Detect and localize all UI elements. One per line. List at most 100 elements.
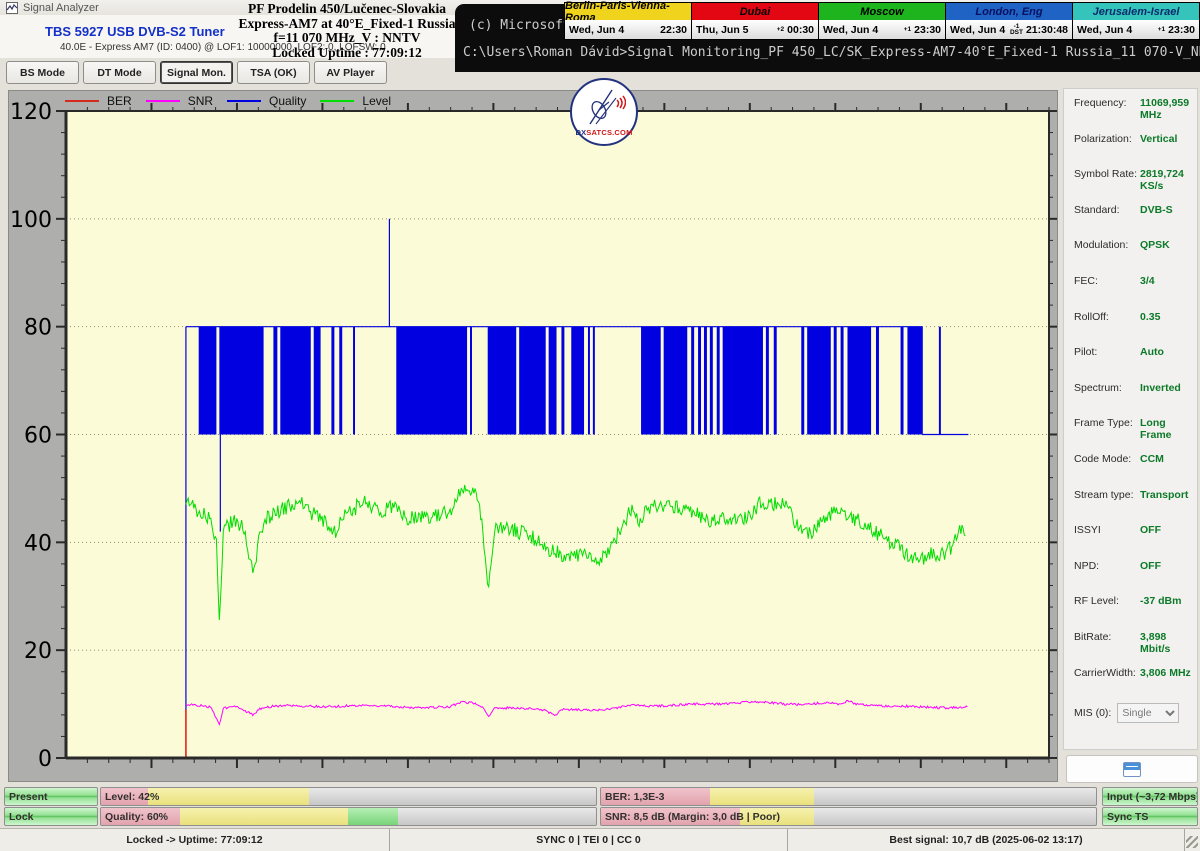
bar-segment-yellow: [148, 788, 309, 805]
legend-swatch-level: [320, 100, 354, 102]
param-row-code-mode: Code Mode:CCM: [1074, 453, 1192, 467]
param-value: Auto: [1140, 346, 1164, 360]
param-label: Standard:: [1074, 204, 1140, 218]
tab-tsa-ok-[interactable]: TSA (OK): [237, 61, 310, 84]
input-label: Input (~3,72 Mbps): [1107, 791, 1198, 803]
clock-berlin-paris-vienna-roma[interactable]: Berlin-Paris-Vienna-RomaWed, Jun 422:30: [564, 2, 692, 40]
bar-fill: [101, 788, 596, 805]
legend-item-ber: BER: [65, 94, 132, 108]
param-value: Long Frame: [1140, 417, 1192, 431]
present-indicator: Present: [4, 787, 98, 806]
legend-item-level: Level: [320, 94, 391, 108]
param-label: FEC:: [1074, 275, 1140, 289]
param-value: CCM: [1140, 453, 1164, 467]
signal-history-chart: 020406080100120: [9, 91, 1057, 781]
bar-segment-yellow: [710, 788, 814, 805]
clock-utc-offset: +1: [904, 27, 911, 33]
param-row-standard: Standard:DVB-S: [1074, 204, 1192, 218]
param-value: Vertical: [1140, 133, 1177, 147]
param-label: Frequency:: [1074, 97, 1140, 111]
world-clocks: Berlin-Paris-Vienna-RomaWed, Jun 422:30D…: [565, 2, 1199, 40]
legend-label: SNR: [188, 94, 213, 108]
param-row-frame-type: Frame Type:Long Frame: [1074, 417, 1192, 431]
clock-utc-offset: -1DST: [1010, 24, 1023, 36]
param-label: Frame Type:: [1074, 417, 1140, 431]
param-row-stream-type: Stream type:Transport: [1074, 489, 1192, 503]
log-export-button[interactable]: [1066, 755, 1198, 783]
clock-utc-offset: +2: [777, 27, 784, 33]
param-row-npd: NPD:OFF: [1074, 560, 1192, 574]
app-icon: [6, 2, 18, 14]
clock-date: Wed, Jun 4: [823, 24, 904, 36]
bar-fill: [101, 808, 596, 825]
tuner-name: TBS 5927 USB DVB-S2 Tuner: [45, 24, 225, 39]
log-file-icon: [1123, 762, 1141, 777]
clock-time: 22:30: [660, 24, 687, 36]
param-value: 3,898 Mbit/s: [1140, 631, 1192, 645]
quality-bar: Quality: 60%: [100, 807, 597, 826]
cmd-prompt-line: C:\Users\Roman Dávid>Signal Monitoring_P…: [463, 45, 1200, 60]
logo-text: DXSATCS.COM: [575, 128, 632, 137]
transponder-info-panel: Frequency:11069,959 MHz Polarization:Vert…: [1063, 88, 1198, 750]
param-row-spectrum: Spectrum:Inverted: [1074, 382, 1192, 396]
svg-text:20: 20: [24, 639, 52, 664]
legend-item-snr: SNR: [146, 94, 213, 108]
clock-utc-offset: +1: [1158, 27, 1165, 33]
legend-label: Level: [362, 94, 391, 108]
legend-label: Quality: [269, 94, 306, 108]
legend-swatch-snr: [146, 100, 180, 102]
tab-bs-mode[interactable]: BS Mode: [6, 61, 79, 84]
svg-text:40: 40: [24, 531, 52, 556]
param-value: 11069,959 MHz: [1140, 97, 1192, 111]
param-label: NPD:: [1074, 560, 1140, 574]
tab-signal-mon-[interactable]: Signal Mon.: [160, 61, 233, 84]
param-label: Modulation:: [1074, 239, 1140, 253]
mis-row: MIS (0): Single: [1074, 703, 1194, 723]
dxsatcs-logo: DXSATCS.COM: [570, 78, 638, 146]
clock-datetime: Wed, Jun 4+123:30: [1073, 20, 1199, 39]
param-row-issyi: ISSYIOFF: [1074, 524, 1192, 538]
tab-dt-mode[interactable]: DT Mode: [83, 61, 156, 84]
ber-label: BER: 1,3E-3: [605, 791, 665, 803]
param-value: OFF: [1140, 524, 1161, 538]
clock-datetime: Wed, Jun 422:30: [565, 20, 691, 39]
param-row-modulation: Modulation:QPSK: [1074, 239, 1192, 253]
clock-date: Wed, Jun 4: [569, 24, 657, 36]
param-row-pilot: Pilot:Auto: [1074, 346, 1192, 360]
lock-indicator: Lock: [4, 807, 98, 826]
param-label: Code Mode:: [1074, 453, 1140, 467]
chart-legend: BER SNR Quality Level: [65, 92, 391, 110]
input-indicator: Input (~3,72 Mbps): [1102, 787, 1198, 806]
clock-jerusalem-israel[interactable]: Jerusalem-IsraelWed, Jun 4+123:30: [1072, 2, 1200, 40]
status-sync-counters: SYNC 0 | TEI 0 | CC 0: [390, 829, 788, 851]
level-bar: Level: 42%: [100, 787, 597, 806]
param-label: Pilot:: [1074, 346, 1140, 360]
clock-date: Wed, Jun 4: [1077, 24, 1158, 36]
param-label: ISSYI: [1074, 524, 1140, 538]
param-row-polarization: Polarization:Vertical: [1074, 133, 1192, 147]
tab-av-player[interactable]: AV Player: [314, 61, 387, 84]
legend-item-quality: Quality: [227, 94, 306, 108]
mis-select[interactable]: Single: [1117, 703, 1179, 723]
param-label: RF Level:: [1074, 595, 1140, 609]
bar-segment-yellow: [180, 808, 348, 825]
param-label: Stream type:: [1074, 489, 1140, 503]
quality-label: Quality: 60%: [105, 811, 168, 823]
header-line-3: f=11 070 MHz_V : NNTV: [238, 31, 456, 46]
clock-london-eng[interactable]: London, EngWed, Jun 4-1DST21:30:48: [945, 2, 1073, 40]
param-label: RollOff:: [1074, 311, 1140, 325]
clock-datetime: Thu, Jun 5+200:30: [692, 20, 818, 39]
snr-bar: SNR: 8,5 dB (Margin: 3,0 dB | Poor): [600, 807, 1097, 826]
legend-swatch-quality: [227, 100, 261, 102]
clock-moscow[interactable]: MoscowWed, Jun 4+123:30: [818, 2, 946, 40]
param-row-carrierwidth: CarrierWidth:3,806 MHz: [1074, 667, 1192, 681]
param-row-fec: FEC:3/4: [1074, 275, 1192, 289]
clock-dubai[interactable]: DubaiThu, Jun 5+200:30: [691, 2, 819, 40]
clock-date: Wed, Jun 4: [950, 24, 1010, 36]
param-value: Transport: [1140, 489, 1188, 503]
bar-fill: [601, 788, 1096, 805]
param-label: CarrierWidth:: [1074, 667, 1140, 681]
resize-grip[interactable]: [1186, 836, 1198, 848]
status-bar: Locked -> Uptime: 77:09:12 SYNC 0 | TEI …: [0, 828, 1200, 851]
clock-time: 00:30: [787, 24, 814, 36]
